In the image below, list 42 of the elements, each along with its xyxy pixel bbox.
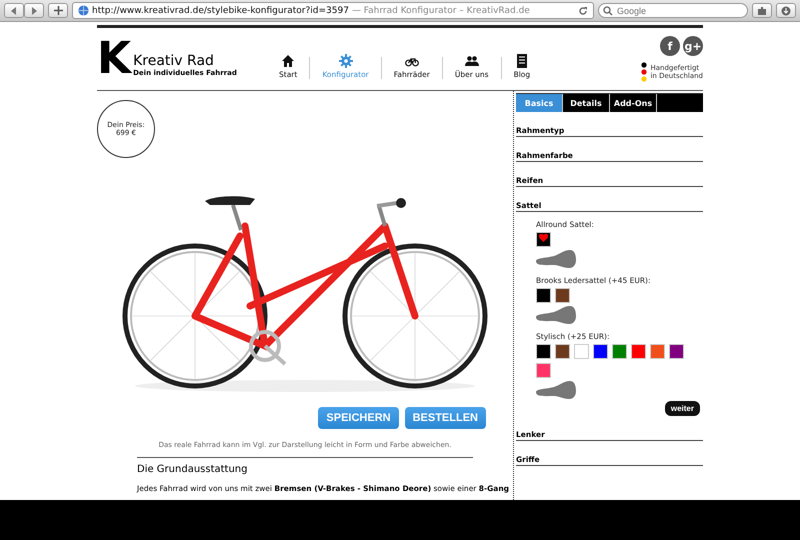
social-link[interactable]: f [660,36,680,56]
puzzle-icon[interactable] [752,3,772,18]
color-swatch[interactable] [650,344,665,359]
flag-dots-icon [641,62,648,82]
add-icon[interactable] [48,3,68,18]
color-swatch[interactable] [612,344,627,359]
color-swatch[interactable] [555,288,570,303]
color-swatch[interactable] [574,344,589,359]
forward-arrow-icon [30,6,38,14]
saddle-icon [536,250,576,268]
social-link[interactable]: g+ [683,36,703,56]
color-swatch[interactable] [593,344,608,359]
color-swatch[interactable] [536,232,551,247]
color-swatch[interactable] [631,344,646,359]
color-swatch[interactable] [669,344,684,359]
color-swatch[interactable] [536,344,551,359]
url-text: http://www.kreativrad.de/stylebike-konfigurator?id=3597 [92,6,349,16]
back-button[interactable] [4,3,24,18]
search-field[interactable]: Google [598,3,748,18]
color-swatch[interactable] [536,288,551,303]
page-title: — Fahrrad Konfigurator – KreativRad.de [352,6,531,16]
logo-name: Kreativ Rad [133,53,215,69]
color-swatch[interactable] [536,363,551,378]
tab[interactable]: Add-Ons [610,94,657,112]
saddle-icon [536,306,576,324]
forward-button[interactable] [24,3,44,18]
reload-icon[interactable] [578,6,588,16]
section-heading: Die Grundausstattung [137,464,248,475]
search-icon [603,6,613,16]
document-icon [514,54,529,68]
home-icon [281,54,296,68]
people-icon [464,54,479,68]
address-bar[interactable]: http://www.kreativrad.de/stylebike-konfigurator?id=3597 — Fahrrad Konfigurator – KreativRad.de [72,2,594,19]
next-button[interactable]: weiter [664,401,700,416]
logo-letter: K [97,39,132,79]
saddle-icon [536,381,576,399]
download-icon[interactable] [776,3,796,18]
globe-icon [78,5,89,16]
color-swatch[interactable] [555,344,570,359]
tab[interactable]: Details [563,94,610,112]
gear-icon [338,54,353,68]
back-arrow-icon [10,6,18,14]
